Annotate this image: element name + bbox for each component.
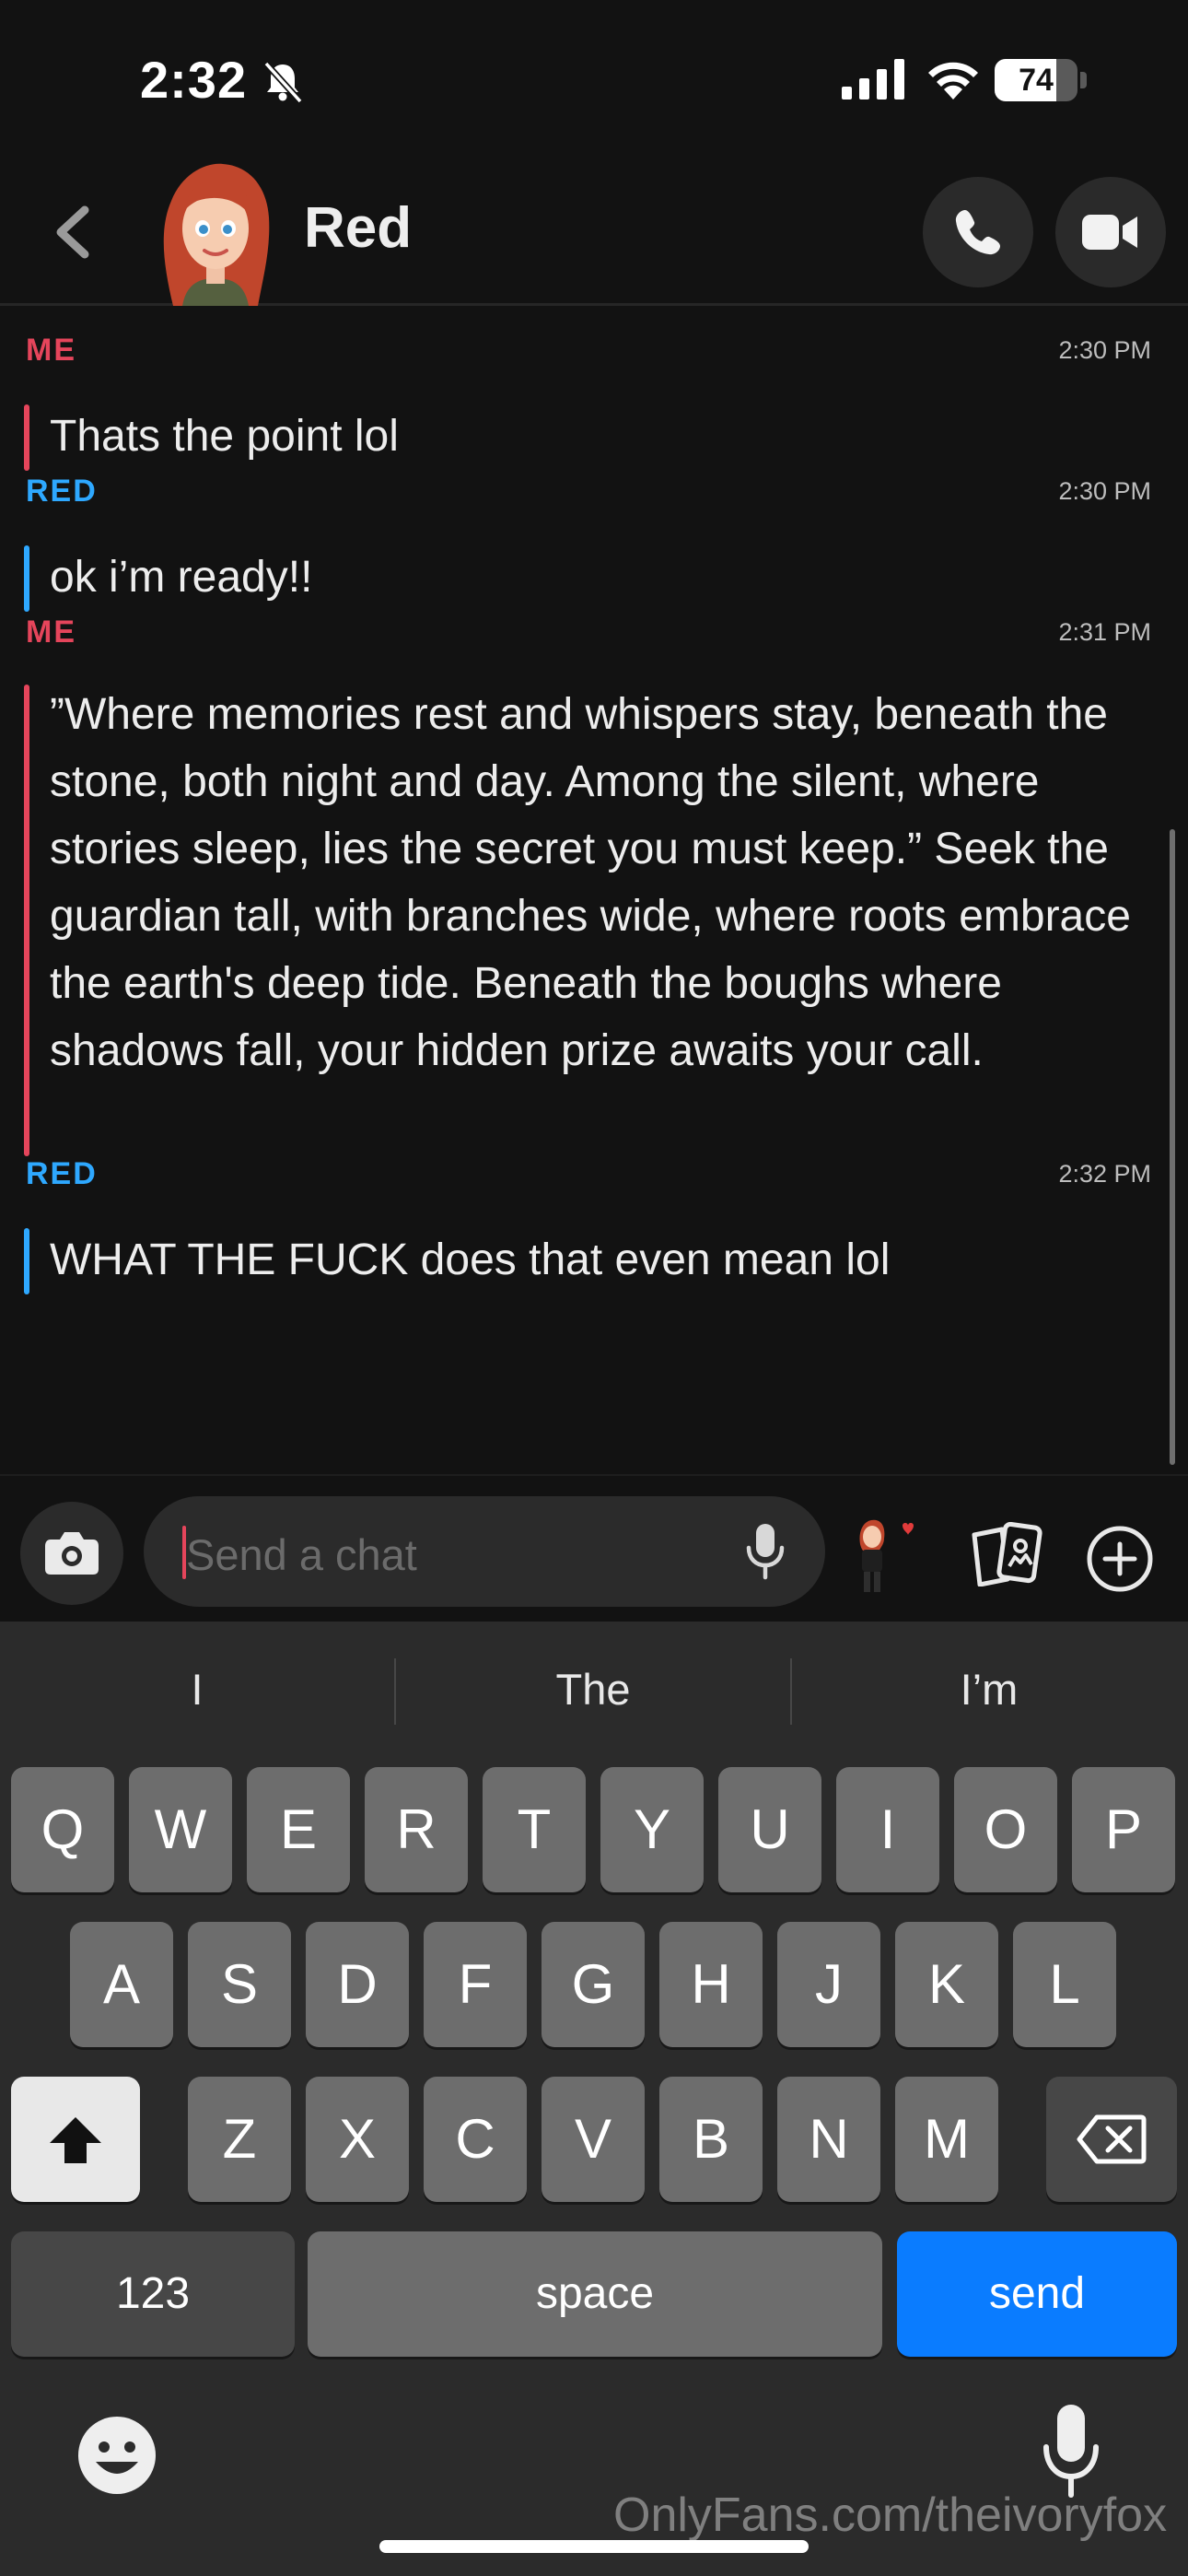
scrollbar[interactable] xyxy=(1170,829,1175,1465)
emoji-icon[interactable] xyxy=(76,2414,158,2497)
cards-icon[interactable] xyxy=(967,1522,1044,1587)
key-v[interactable]: V xyxy=(542,2077,645,2202)
key-g[interactable]: G xyxy=(542,1922,645,2047)
key-s[interactable]: S xyxy=(188,1922,291,2047)
message-list[interactable]: ME 2:30 PM Thats the point lol RED 2:30 … xyxy=(0,309,1188,1474)
avatar[interactable] xyxy=(155,157,276,306)
chat-composer: Send a chat xyxy=(0,1474,1188,1622)
plus-icon[interactable] xyxy=(1085,1524,1155,1594)
bitmoji-icon[interactable] xyxy=(853,1516,926,1596)
suggestion-2[interactable]: The xyxy=(396,1655,790,1725)
call-button[interactable] xyxy=(923,177,1033,287)
numbers-key[interactable]: 123 xyxy=(11,2231,295,2357)
key-d[interactable]: D xyxy=(306,1922,409,2047)
video-call-button[interactable] xyxy=(1055,177,1166,287)
camera-button[interactable] xyxy=(20,1502,123,1605)
key-n[interactable]: N xyxy=(777,2077,880,2202)
predictive-suggestions: I The I’m xyxy=(0,1622,1188,1760)
key-p[interactable]: P xyxy=(1072,1767,1175,1892)
key-w[interactable]: W xyxy=(129,1767,232,1892)
key-t[interactable]: T xyxy=(483,1767,586,1892)
home-indicator[interactable] xyxy=(379,2540,809,2553)
shift-key[interactable] xyxy=(11,2077,140,2202)
phone-icon xyxy=(955,210,1000,255)
key-o[interactable]: O xyxy=(954,1767,1057,1892)
message-text: ok i’m ready!! xyxy=(50,553,313,602)
key-e[interactable]: E xyxy=(247,1767,350,1892)
message-sender: ME xyxy=(26,615,76,650)
microphone-icon[interactable] xyxy=(742,1522,788,1581)
suggestion-1[interactable]: I xyxy=(0,1655,394,1725)
message-sender: ME xyxy=(26,333,76,368)
key-z[interactable]: Z xyxy=(188,2077,291,2202)
key-y[interactable]: Y xyxy=(600,1767,704,1892)
key-r[interactable]: R xyxy=(365,1767,468,1892)
send-key[interactable]: send xyxy=(897,2231,1177,2357)
key-h[interactable]: H xyxy=(659,1922,763,2047)
signal-icon xyxy=(842,59,904,100)
status-bar: 2:32 74 xyxy=(0,0,1188,157)
key-m[interactable]: M xyxy=(895,2077,998,2202)
shift-icon xyxy=(50,2117,101,2163)
key-q[interactable]: Q xyxy=(11,1767,114,1892)
message-sender: RED xyxy=(26,1156,98,1191)
key-a[interactable]: A xyxy=(70,1922,173,2047)
message-text: WHAT THE FUCK does that even mean lol xyxy=(50,1235,891,1284)
contact-name[interactable]: Red xyxy=(304,195,412,261)
message-timestamp: 2:30 PM xyxy=(1058,336,1151,364)
chat-header: Red xyxy=(0,157,1188,306)
backspace-icon xyxy=(1077,2114,1147,2164)
key-c[interactable]: C xyxy=(424,2077,527,2202)
key-f[interactable]: F xyxy=(424,1922,527,2047)
chat-input-placeholder: Send a chat xyxy=(186,1530,417,1579)
message-text: Thats the point lol xyxy=(50,412,399,461)
message-timestamp: 2:32 PM xyxy=(1058,1160,1151,1188)
message-timestamp: 2:30 PM xyxy=(1058,477,1151,505)
message-timestamp: 2:31 PM xyxy=(1058,618,1151,646)
wifi-icon xyxy=(928,62,978,100)
battery-indicator: 74 xyxy=(995,59,1087,101)
bell-slash-icon xyxy=(263,61,303,104)
backspace-key[interactable] xyxy=(1046,2077,1177,2202)
back-chevron-icon[interactable] xyxy=(46,203,101,262)
key-u[interactable]: U xyxy=(718,1767,821,1892)
battery-level: 74 xyxy=(1019,63,1054,98)
key-x[interactable]: X xyxy=(306,2077,409,2202)
chat-input[interactable]: Send a chat xyxy=(144,1496,825,1607)
key-l[interactable]: L xyxy=(1013,1922,1116,2047)
dictation-microphone-icon[interactable] xyxy=(1039,2403,1103,2499)
camera-icon xyxy=(45,1532,99,1575)
space-key[interactable]: space xyxy=(308,2231,882,2357)
status-time: 2:32 xyxy=(140,51,248,109)
key-k[interactable]: K xyxy=(895,1922,998,2047)
watermark: OnlyFans.com/theivoryfox xyxy=(613,2488,1168,2542)
message-text: ”Where memories rest and whispers stay, … xyxy=(50,690,1131,1075)
key-b[interactable]: B xyxy=(659,2077,763,2202)
key-j[interactable]: J xyxy=(777,1922,880,2047)
video-camera-icon xyxy=(1082,215,1137,250)
suggestion-3[interactable]: I’m xyxy=(792,1655,1186,1725)
key-i[interactable]: I xyxy=(836,1767,939,1892)
message-sender: RED xyxy=(26,474,98,509)
keyboard: I The I’m Q W E R T Y U I O P A S D F G … xyxy=(0,1622,1188,2576)
